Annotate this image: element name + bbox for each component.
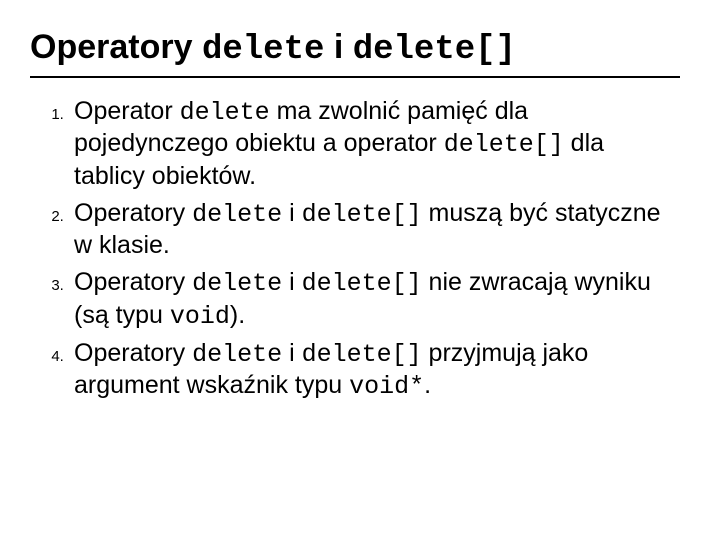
item-text: Operatory — [74, 268, 192, 296]
title-text-prefix: Operatory — [30, 28, 202, 66]
title-code-2: delete[] — [353, 31, 516, 69]
slide-title: Operatory delete i delete[] — [30, 28, 680, 70]
slide: Operatory delete i delete[] Operator del… — [0, 0, 720, 540]
points-list: Operator delete ma zwolnić pamięć dla po… — [40, 96, 680, 402]
item-code: void — [170, 302, 230, 331]
item-code: void* — [349, 372, 424, 401]
item-text: ). — [230, 301, 245, 329]
item-text: i — [282, 339, 301, 367]
title-text-mid: i — [324, 28, 352, 66]
item-code: delete[] — [302, 269, 422, 298]
item-code: delete[] — [302, 200, 422, 229]
item-text: . — [424, 371, 431, 399]
item-code: delete — [180, 98, 270, 127]
item-text: i — [282, 199, 301, 227]
item-code: delete — [192, 340, 282, 369]
item-text: i — [282, 268, 301, 296]
item-code: delete — [192, 269, 282, 298]
list-item: Operatory delete i delete[] nie zwracają… — [68, 267, 680, 332]
list-item: Operatory delete i delete[] muszą być st… — [68, 198, 680, 262]
item-code: delete[] — [302, 340, 422, 369]
list-item: Operator delete ma zwolnić pamięć dla po… — [68, 96, 680, 192]
item-text: Operator — [74, 97, 180, 125]
title-code-1: delete — [202, 31, 324, 69]
item-text: Operatory — [74, 339, 192, 367]
title-divider — [30, 76, 680, 78]
item-code: delete[] — [444, 130, 564, 159]
item-code: delete — [192, 200, 282, 229]
item-text: Operatory — [74, 199, 192, 227]
list-item: Operatory delete i delete[] przyjmują ja… — [68, 338, 680, 403]
